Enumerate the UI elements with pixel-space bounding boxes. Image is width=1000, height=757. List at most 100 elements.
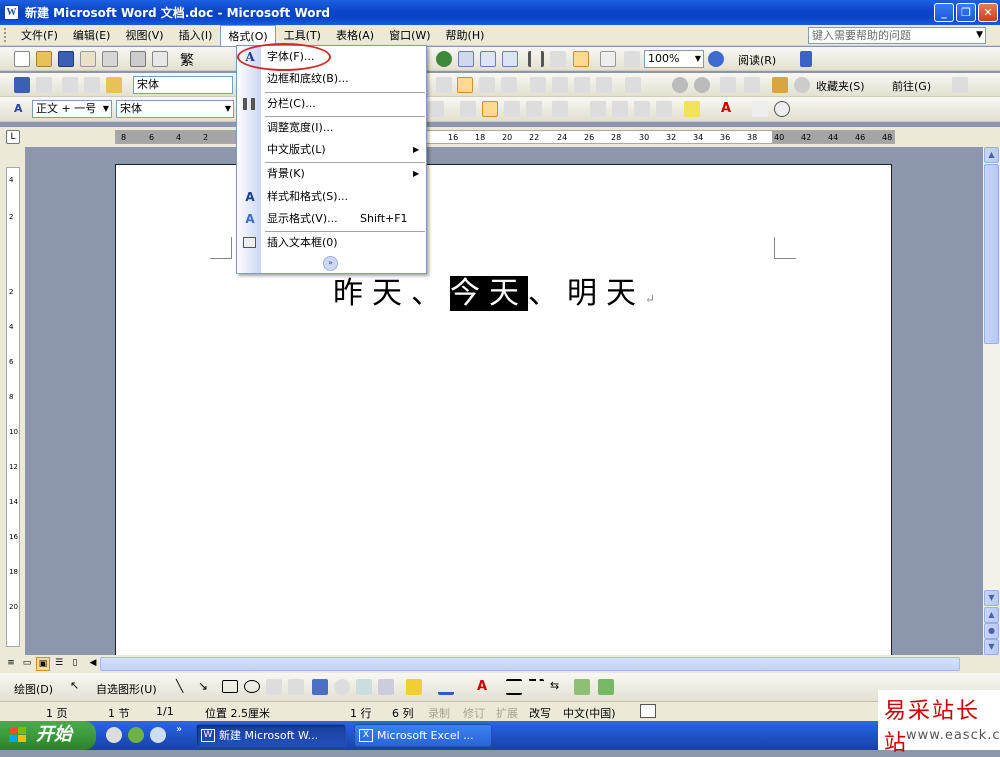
- insert-excel-icon[interactable]: [502, 51, 518, 67]
- status-trk[interactable]: 修订: [463, 705, 485, 721]
- menu-help[interactable]: 帮助(H): [439, 25, 492, 45]
- phonetic-guide-icon[interactable]: [752, 101, 768, 117]
- status-rec[interactable]: 录制: [428, 705, 450, 721]
- enclose-characters-icon[interactable]: [774, 101, 790, 117]
- menu-format[interactable]: 格式(O): [220, 24, 276, 46]
- decrease-indent-icon[interactable]: [634, 101, 650, 117]
- vertical-ruler-bar[interactable]: 4 2 2 4 6 8 10 12 14 16 18 20: [6, 167, 20, 647]
- quicklaunch-more-icon[interactable]: »: [176, 724, 182, 735]
- select-browse-object-icon[interactable]: ●: [984, 623, 999, 639]
- menubar-grip[interactable]: [4, 28, 8, 42]
- shadow-icon[interactable]: [574, 679, 590, 695]
- align-left-icon[interactable]: [436, 77, 452, 93]
- justify-icon[interactable]: [501, 77, 517, 93]
- menu-edit[interactable]: 编辑(E): [66, 25, 118, 45]
- line-icon[interactable]: ╲: [176, 679, 192, 695]
- wordart-icon[interactable]: [312, 679, 328, 695]
- select-objects-icon[interactable]: ↖: [70, 679, 86, 695]
- insert-table-icon[interactable]: [480, 51, 496, 67]
- menu-file[interactable]: 文件(F): [14, 25, 65, 45]
- menu-item-fit-width[interactable]: 调整宽度(I)...: [237, 117, 426, 139]
- font-color-icon[interactable]: A: [474, 679, 490, 695]
- arrow-icon[interactable]: ↘: [198, 679, 214, 695]
- refresh-icon[interactable]: [744, 77, 760, 93]
- stop-icon[interactable]: [720, 77, 736, 93]
- goto-button[interactable]: 前往(G): [892, 78, 931, 94]
- font-color-icon[interactable]: A: [718, 101, 734, 117]
- cut-icon[interactable]: [62, 77, 78, 93]
- line-spacing-icon[interactable]: [552, 101, 568, 117]
- show-only-web-toolbar-icon[interactable]: [952, 77, 968, 93]
- menu-item-reveal-formatting[interactable]: A 显示格式(V)... Shift+F1: [237, 208, 426, 230]
- status-ovr[interactable]: 改写: [529, 705, 551, 721]
- increase-indent-icon[interactable]: [656, 101, 672, 117]
- horizontal-scroll-thumb[interactable]: [100, 657, 960, 671]
- web-icon[interactable]: [625, 77, 641, 93]
- status-ext[interactable]: 扩展: [496, 705, 518, 721]
- help-search-input[interactable]: 键入需要帮助的问题 ▼: [808, 27, 986, 44]
- spelling-icon[interactable]: [152, 51, 168, 67]
- print-icon[interactable]: [36, 77, 52, 93]
- zoom-select[interactable]: 100% ▼: [644, 50, 704, 68]
- word-app-icon[interactable]: W: [4, 5, 19, 20]
- toolbar-options-icon[interactable]: [800, 51, 812, 67]
- menu-item-columns[interactable]: 分栏(C)...: [237, 93, 426, 115]
- vertical-scrollbar[interactable]: ▲ ▼ ▲ ● ▼: [983, 147, 1000, 655]
- styles-icon[interactable]: A: [14, 101, 30, 117]
- document-text[interactable]: 昨天、今天、明天↵: [333, 268, 655, 312]
- drawing-icon[interactable]: [550, 51, 566, 67]
- scroll-left-icon[interactable]: ◀: [86, 657, 100, 671]
- trad-chinese-button[interactable]: 繁: [180, 50, 194, 70]
- menu-item-background[interactable]: 背景(K) ▶: [237, 163, 426, 185]
- font-select[interactable]: 宋体: [133, 76, 233, 94]
- highlight-icon[interactable]: [684, 101, 700, 117]
- tab-selector[interactable]: L: [6, 130, 20, 144]
- start-button[interactable]: 开始: [0, 721, 96, 750]
- home-icon[interactable]: [772, 77, 788, 93]
- save-icon[interactable]: [58, 51, 74, 67]
- print-view-icon[interactable]: ▣: [36, 657, 50, 671]
- oval-icon[interactable]: [244, 680, 260, 693]
- reading-view-icon[interactable]: ▯: [68, 657, 82, 671]
- numbering-icon[interactable]: [530, 77, 546, 93]
- task-word[interactable]: W 新建 Microsoft W...: [196, 724, 346, 747]
- show-hide-icon[interactable]: [600, 51, 616, 67]
- paste-icon[interactable]: [106, 77, 122, 93]
- document-page[interactable]: [115, 164, 892, 664]
- menu-item-insert-textbox[interactable]: 插入文本框(0): [237, 232, 426, 254]
- open-folder-icon[interactable]: [36, 51, 52, 67]
- line-style-icon[interactable]: [506, 679, 522, 695]
- document-map-icon[interactable]: [573, 51, 589, 67]
- numbering-icon[interactable]: [590, 101, 606, 117]
- justify-icon[interactable]: [526, 101, 542, 117]
- align-right-icon[interactable]: [504, 101, 520, 117]
- scroll-thumb[interactable]: [984, 164, 999, 344]
- 3d-icon[interactable]: [598, 679, 614, 695]
- line-color-icon[interactable]: [438, 679, 454, 695]
- bullets-icon[interactable]: [552, 77, 568, 93]
- tables-icon[interactable]: [458, 51, 474, 67]
- quicklaunch-media-icon[interactable]: [150, 727, 166, 743]
- print-icon[interactable]: [102, 51, 118, 67]
- menu-table[interactable]: 表格(A): [329, 25, 381, 45]
- format-painter-icon[interactable]: [428, 101, 444, 117]
- autoshapes-button[interactable]: 自选图形(U): [96, 681, 157, 697]
- web-view-icon[interactable]: ▭: [20, 657, 34, 671]
- fill-color-icon[interactable]: [406, 679, 422, 695]
- spelling-status-icon[interactable]: [640, 704, 656, 718]
- expand-menu-chevron-icon[interactable]: »: [323, 256, 338, 271]
- clipart-icon[interactable]: [356, 679, 372, 695]
- ruler-bar[interactable]: 8 6 4 2 16 18 20 22 24 26 28 30 32 34 36…: [115, 130, 895, 144]
- decrease-indent-icon[interactable]: [574, 77, 590, 93]
- new-document-icon[interactable]: [14, 51, 30, 67]
- next-page-icon[interactable]: ▼: [984, 639, 999, 655]
- copy-icon[interactable]: [84, 77, 100, 93]
- bullets-icon[interactable]: [612, 101, 628, 117]
- increase-indent-icon[interactable]: [596, 77, 612, 93]
- columns-icon[interactable]: [528, 51, 544, 67]
- align-left-icon[interactable]: [460, 101, 476, 117]
- rectangle-icon[interactable]: [222, 680, 238, 693]
- reading-icon[interactable]: [624, 51, 640, 67]
- align-center-icon[interactable]: [482, 101, 498, 117]
- scroll-up-icon[interactable]: ▲: [984, 147, 999, 163]
